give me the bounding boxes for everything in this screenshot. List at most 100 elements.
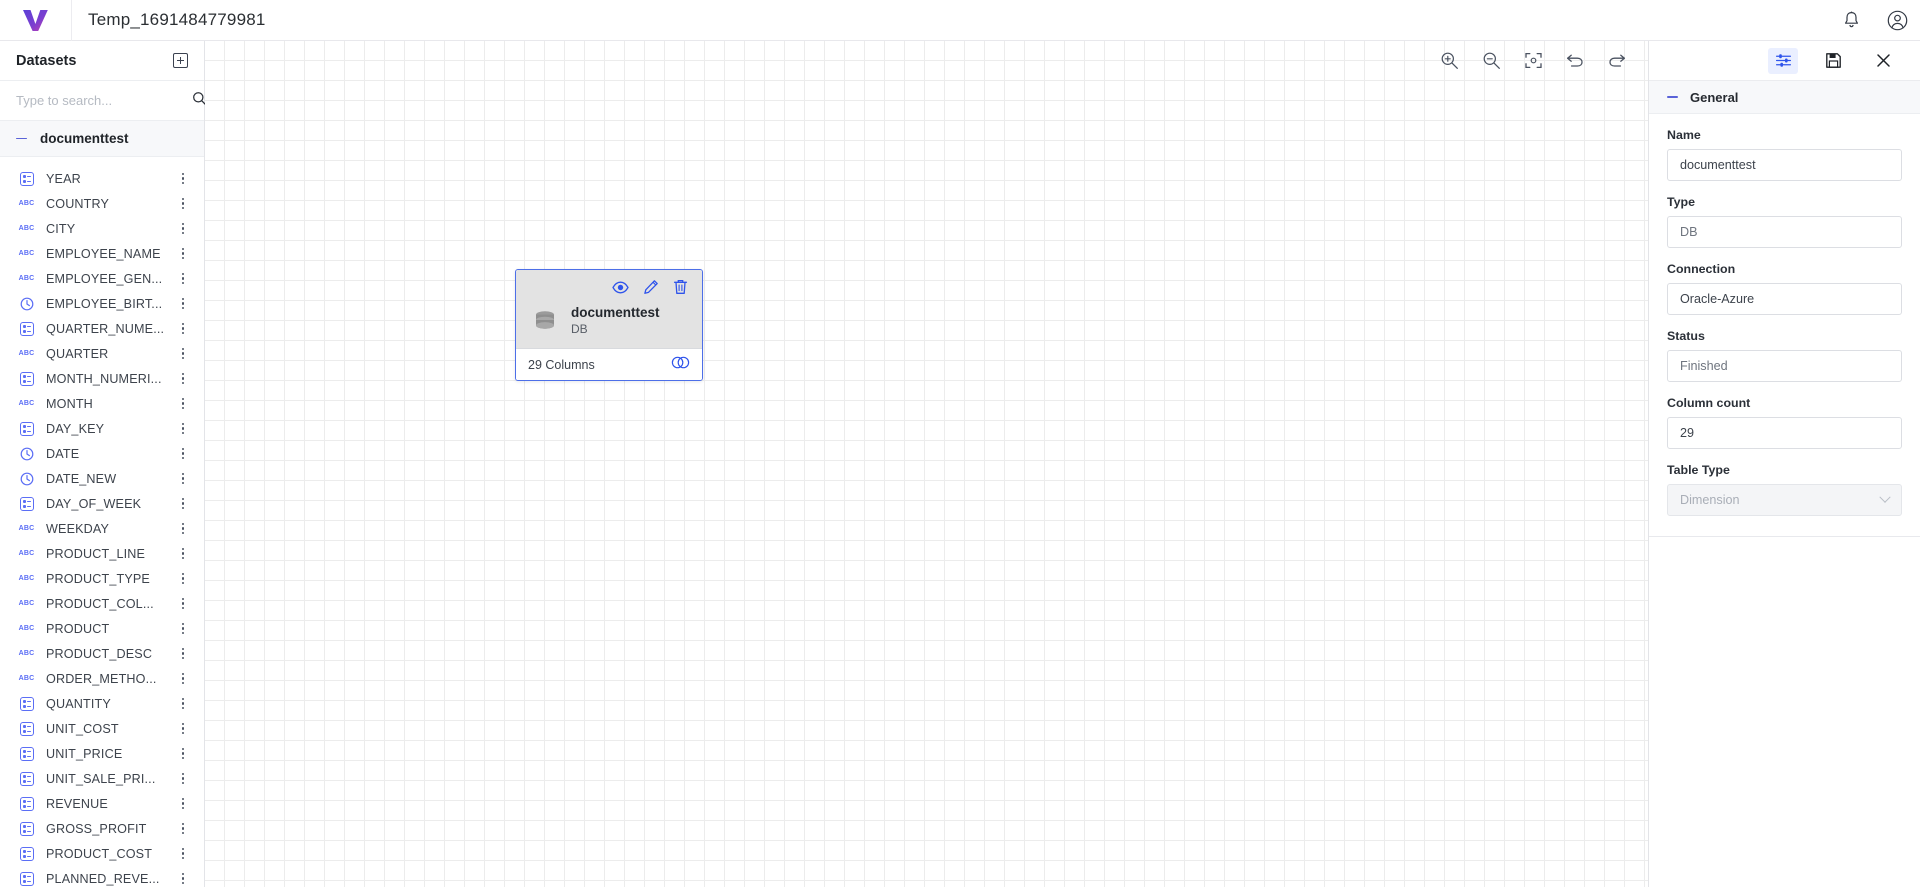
dataset-field-row[interactable]: QUANTITY [0, 691, 204, 716]
canvas-area[interactable]: documenttest DB 29 Columns [205, 41, 1648, 887]
field-options-icon[interactable] [176, 295, 190, 312]
dataset-field-row[interactable]: ABC EMPLOYEE_GEN... [0, 266, 204, 291]
dataset-field-row[interactable]: QUARTER_NUME... [0, 316, 204, 341]
field-options-icon[interactable] [176, 195, 190, 212]
number-field-icon [18, 770, 35, 787]
field-options-icon[interactable] [176, 170, 190, 187]
dataset-field-row[interactable]: ABC ORDER_METHO... [0, 666, 204, 691]
field-options-icon[interactable] [176, 845, 190, 862]
zoom-out-icon[interactable] [1478, 47, 1504, 73]
field-options-icon[interactable] [176, 620, 190, 637]
field-options-icon[interactable] [176, 545, 190, 562]
dataset-field-row[interactable]: ABC QUARTER [0, 341, 204, 366]
zoom-in-icon[interactable] [1436, 47, 1462, 73]
properties-settings-icon[interactable] [1768, 47, 1798, 74]
search-input[interactable] [16, 93, 192, 108]
dataset-field-label: QUANTITY [46, 696, 111, 711]
general-section-title: General [1690, 89, 1739, 105]
dataset-field-row[interactable]: EMPLOYEE_BIRT... [0, 291, 204, 316]
field-options-icon[interactable] [176, 595, 190, 612]
save-icon[interactable] [1818, 48, 1848, 74]
add-dataset-icon[interactable] [173, 53, 188, 68]
user-account-icon[interactable] [1874, 0, 1920, 41]
dataset-field-row[interactable]: UNIT_SALE_PRI... [0, 766, 204, 791]
dataset-field-row[interactable]: ABC PRODUCT [0, 616, 204, 641]
field-options-icon[interactable] [176, 870, 190, 887]
dataset-field-row[interactable]: UNIT_PRICE [0, 741, 204, 766]
dataset-field-row[interactable]: ABC COUNTRY [0, 191, 204, 216]
field-options-icon[interactable] [176, 770, 190, 787]
brand-v-logo[interactable] [0, 0, 72, 41]
field-options-icon[interactable] [176, 520, 190, 537]
field-options-icon[interactable] [176, 470, 190, 487]
dataset-field-label: DAY_KEY [46, 421, 105, 436]
field-options-icon[interactable] [176, 320, 190, 337]
field-options-icon[interactable] [176, 720, 190, 737]
field-options-icon[interactable] [176, 270, 190, 287]
user-account-icon-glyph [1887, 10, 1907, 30]
pencil-icon[interactable] [643, 279, 659, 295]
field-options-icon[interactable] [176, 570, 190, 587]
undo-icon[interactable] [1562, 47, 1588, 73]
dataset-field-row[interactable]: YEAR [0, 166, 204, 191]
canvas-grid[interactable]: documenttest DB 29 Columns [205, 41, 1648, 887]
dataset-field-row[interactable]: ABC EMPLOYEE_NAME [0, 241, 204, 266]
dataset-field-row[interactable]: DATE [0, 441, 204, 466]
dataset-field-row[interactable]: ABC PRODUCT_LINE [0, 541, 204, 566]
field-options-icon[interactable] [176, 345, 190, 362]
dataset-field-row[interactable]: ABC WEEKDAY [0, 516, 204, 541]
dataset-field-row[interactable]: DAY_KEY [0, 416, 204, 441]
field-options-icon[interactable] [176, 445, 190, 462]
property-input[interactable] [1667, 417, 1902, 449]
bell-icon[interactable] [1828, 0, 1874, 41]
dataset-field-label: DATE_NEW [46, 471, 117, 486]
field-options-icon[interactable] [176, 745, 190, 762]
properties-panel-toolbar [1649, 41, 1920, 81]
field-options-icon[interactable] [176, 220, 190, 237]
field-options-icon[interactable] [176, 670, 190, 687]
collapse-minus-icon[interactable] [16, 137, 27, 140]
field-options-icon[interactable] [176, 495, 190, 512]
panel-divider [1649, 536, 1920, 537]
fit-to-screen-icon[interactable] [1520, 47, 1546, 73]
redo-icon[interactable] [1604, 47, 1630, 73]
field-options-icon[interactable] [176, 820, 190, 837]
dataset-field-row[interactable]: REVENUE [0, 791, 204, 816]
dataset-field-row[interactable]: DATE_NEW [0, 466, 204, 491]
property-input[interactable] [1667, 216, 1902, 248]
dataset-field-row[interactable]: MONTH_NUMERI... [0, 366, 204, 391]
close-icon[interactable] [1868, 48, 1898, 74]
text-field-icon: ABC [18, 200, 35, 207]
table-type-select[interactable]: Dimension [1667, 484, 1902, 516]
dataset-field-row[interactable]: ABC PRODUCT_TYPE [0, 566, 204, 591]
text-field-icon: ABC [18, 675, 35, 682]
join-relation-icon[interactable] [671, 356, 690, 374]
field-options-icon[interactable] [176, 795, 190, 812]
property-input[interactable] [1667, 350, 1902, 382]
dataset-field-row[interactable]: DAY_OF_WEEK [0, 491, 204, 516]
property-input[interactable] [1667, 149, 1902, 181]
dataset-field-row[interactable]: PRODUCT_COST [0, 841, 204, 866]
dataset-field-row[interactable]: ABC MONTH [0, 391, 204, 416]
dataset-field-row[interactable]: GROSS_PROFIT [0, 816, 204, 841]
field-options-icon[interactable] [176, 695, 190, 712]
property-input[interactable] [1667, 283, 1902, 315]
dataset-field-row[interactable]: ABC CITY [0, 216, 204, 241]
field-options-icon[interactable] [176, 245, 190, 262]
field-options-icon[interactable] [176, 395, 190, 412]
collapse-minus-icon[interactable] [1667, 96, 1678, 98]
general-section-header[interactable]: General [1649, 81, 1920, 114]
eye-icon[interactable] [612, 281, 629, 294]
dataset-node-card[interactable]: documenttest DB 29 Columns [515, 269, 703, 381]
field-options-icon[interactable] [176, 645, 190, 662]
field-options-icon[interactable] [176, 370, 190, 387]
field-options-icon[interactable] [176, 420, 190, 437]
trash-icon[interactable] [673, 279, 688, 295]
dataset-field-row[interactable]: PLANNED_REVE... [0, 866, 204, 887]
canvas-toolbar [1436, 47, 1630, 73]
dataset-field-row[interactable]: UNIT_COST [0, 716, 204, 741]
dataset-field-row[interactable]: ABC PRODUCT_COL... [0, 591, 204, 616]
sidebar-dataset-group[interactable]: documenttest [0, 121, 204, 157]
dataset-field-row[interactable]: ABC PRODUCT_DESC [0, 641, 204, 666]
join-relation-icon-glyph [671, 356, 690, 368]
